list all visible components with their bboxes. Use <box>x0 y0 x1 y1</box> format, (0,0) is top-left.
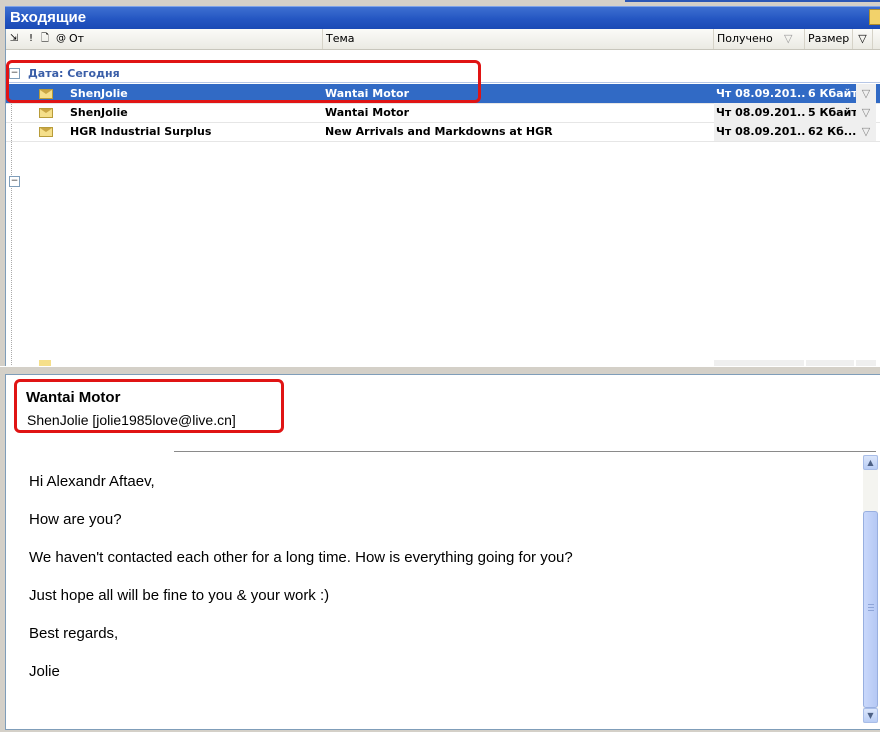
preview-sender[interactable]: ShenJolie [jolie1985love@live.cn] <box>27 412 236 428</box>
collapse-icon[interactable]: − <box>9 176 20 187</box>
folder-icon[interactable] <box>869 9 880 25</box>
scroll-down-icon[interactable]: ▼ <box>863 708 878 723</box>
document-icon[interactable]: 🗋 <box>40 33 50 44</box>
folder-title-bar: Входящие <box>5 6 880 29</box>
message-received: Чт 08.09.201... <box>714 122 806 141</box>
column-received-label: Получено <box>717 32 773 45</box>
column-subject[interactable]: Тема <box>323 29 714 49</box>
message-size: 62 Кб... <box>806 122 856 141</box>
envelope-icon <box>39 127 53 137</box>
column-from[interactable]: От <box>66 29 323 49</box>
message-from: ShenJolie <box>70 87 128 100</box>
body-line: Just hope all will be fine to you & your… <box>29 587 330 604</box>
message-size: 5 Кбайт <box>806 103 856 122</box>
body-line: We haven't contacted each other for a lo… <box>29 549 573 566</box>
message-subject: Wantai Motor <box>325 106 410 119</box>
message-row[interactable]: HGR Industrial Surplus New Arrivals and … <box>6 122 880 142</box>
body-line: Best regards, <box>29 625 119 642</box>
body-line: Hi Alexandr Aftaev, <box>29 473 155 490</box>
folder-title: Входящие <box>10 9 87 26</box>
message-received: Чт 08.09.201... <box>714 84 806 103</box>
scroll-up-icon[interactable]: ▲ <box>863 455 878 470</box>
column-size[interactable]: Размер <box>805 29 853 49</box>
group-label: Дата: Сегодня <box>28 67 120 80</box>
body-line: How are you? <box>29 511 122 528</box>
message-row[interactable]: ShenJolie Wantai Motor Чт 08.09.201... 6… <box>6 84 880 104</box>
pane-splitter[interactable] <box>0 366 880 374</box>
column-header: ⇲ ! 🗋 @ От Тема Получено ▽ Размер ▽ <box>6 29 880 50</box>
preview-subject: Wantai Motor <box>26 389 121 406</box>
header-separator <box>174 451 876 452</box>
body-line: Jolie <box>29 663 60 680</box>
message-row[interactable]: ShenJolie Wantai Motor Чт 08.09.201... 5… <box>6 103 880 123</box>
message-subject: New Arrivals and Markdowns at HGR <box>325 125 553 138</box>
reading-pane: Wantai Motor ShenJolie [jolie1985love@li… <box>5 374 880 730</box>
flag-filter-icon[interactable]: ▽ <box>853 29 873 49</box>
vertical-scrollbar[interactable]: ▲ ▼ <box>863 455 878 723</box>
message-received: Чт 08.09.201... <box>714 103 806 122</box>
flag-icon[interactable]: ▽ <box>856 103 876 122</box>
message-list: ⇲ ! 🗋 @ От Тема Получено ▽ Размер ▽ − Да… <box>5 29 880 366</box>
flag-icon[interactable]: ▽ <box>856 122 876 141</box>
collapse-icon[interactable]: − <box>9 68 20 79</box>
column-received[interactable]: Получено ▽ <box>714 29 805 49</box>
importance-icon[interactable]: ! <box>26 33 36 44</box>
sort-icon[interactable]: ⇲ <box>9 33 19 44</box>
message-size: 6 Кбайт <box>806 84 856 103</box>
envelope-icon <box>39 108 53 118</box>
scroll-thumb[interactable] <box>863 511 878 708</box>
sort-arrow-icon: ▽ <box>784 32 793 45</box>
message-body: Hi Alexandr Aftaev, How are you? We have… <box>29 473 849 701</box>
flag-icon[interactable]: ▽ <box>856 84 876 103</box>
group-header-today[interactable]: − Дата: Сегодня <box>6 65 880 83</box>
message-subject: Wantai Motor <box>325 87 410 100</box>
attachment-icon[interactable]: @ <box>56 33 66 44</box>
message-from: HGR Industrial Surplus <box>70 125 212 138</box>
envelope-icon <box>39 89 53 99</box>
message-from: ShenJolie <box>70 106 128 119</box>
